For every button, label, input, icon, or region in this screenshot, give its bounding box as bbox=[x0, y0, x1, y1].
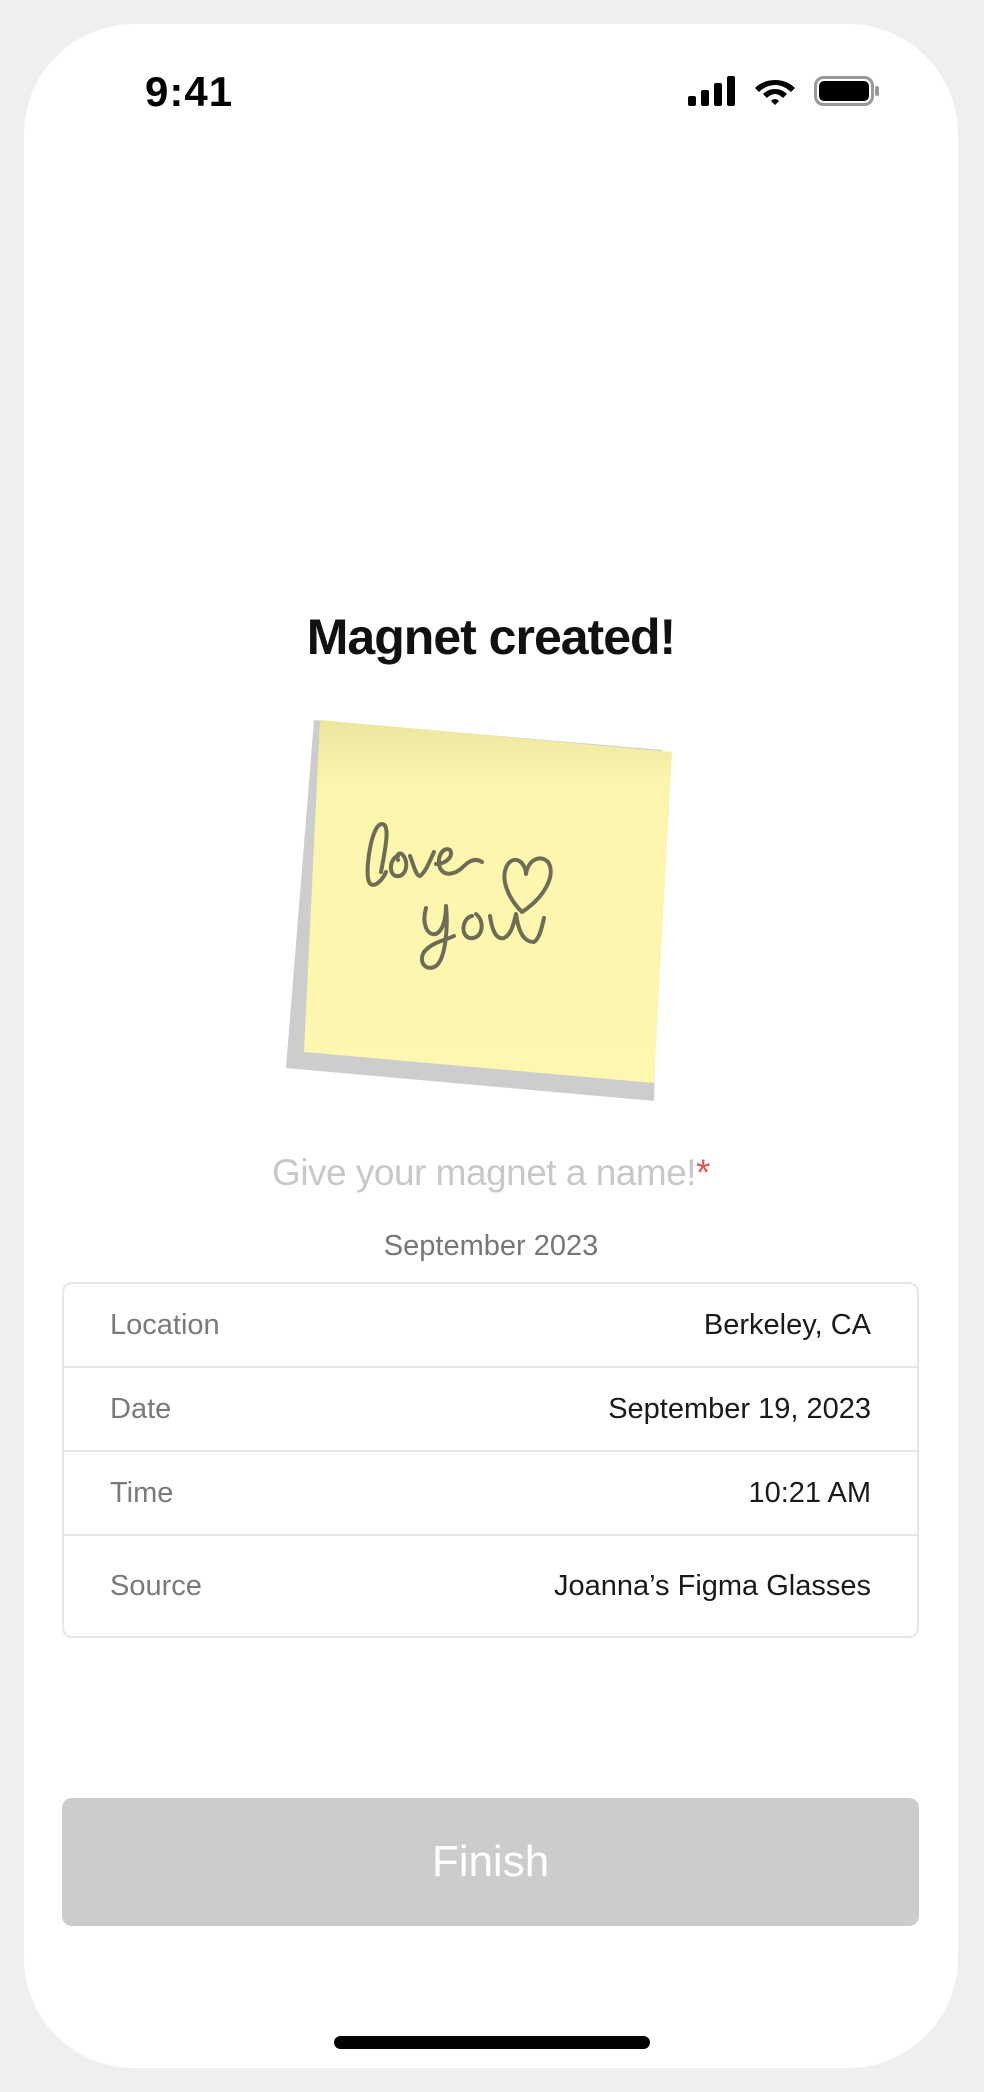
detail-label: Source bbox=[110, 1569, 202, 1602]
detail-row-source: Source Joanna’s Figma Glasses bbox=[64, 1536, 917, 1636]
sticky-note-image bbox=[286, 696, 706, 1116]
detail-label: Location bbox=[110, 1308, 220, 1341]
home-indicator bbox=[334, 2036, 650, 2049]
finish-button[interactable]: Finish bbox=[62, 1798, 919, 1926]
required-marker: * bbox=[696, 1152, 710, 1193]
detail-label: Date bbox=[110, 1392, 172, 1425]
signal-icon bbox=[688, 76, 735, 106]
battery-icon bbox=[814, 76, 879, 106]
details-card: Location Berkeley, CA Date September 19,… bbox=[62, 1282, 919, 1638]
detail-value: Joanna’s Figma Glasses bbox=[553, 1569, 871, 1602]
detail-value: September 19, 2023 bbox=[608, 1392, 871, 1425]
phone-screen: 9:41 Magnet created! Give your magnet a … bbox=[24, 24, 958, 2068]
page-title: Magnet created! bbox=[306, 609, 676, 665]
detail-value: 10:21 AM bbox=[748, 1476, 871, 1509]
detail-value: Berkeley, CA bbox=[703, 1308, 871, 1341]
name-placeholder: Give your magnet a name! bbox=[272, 1152, 697, 1193]
magnet-date-subtitle: September 2023 bbox=[383, 1230, 599, 1262]
detail-row-time: Time 10:21 AM bbox=[64, 1452, 917, 1536]
wifi-icon bbox=[755, 80, 795, 105]
detail-label: Time bbox=[110, 1476, 174, 1509]
detail-row-location: Location Berkeley, CA bbox=[64, 1284, 917, 1368]
magnet-name-input[interactable]: Give your magnet a name!* bbox=[24, 1152, 958, 1194]
status-time: 9:41 bbox=[145, 68, 234, 115]
detail-row-date: Date September 19, 2023 bbox=[64, 1368, 917, 1452]
status-icons bbox=[688, 76, 880, 106]
